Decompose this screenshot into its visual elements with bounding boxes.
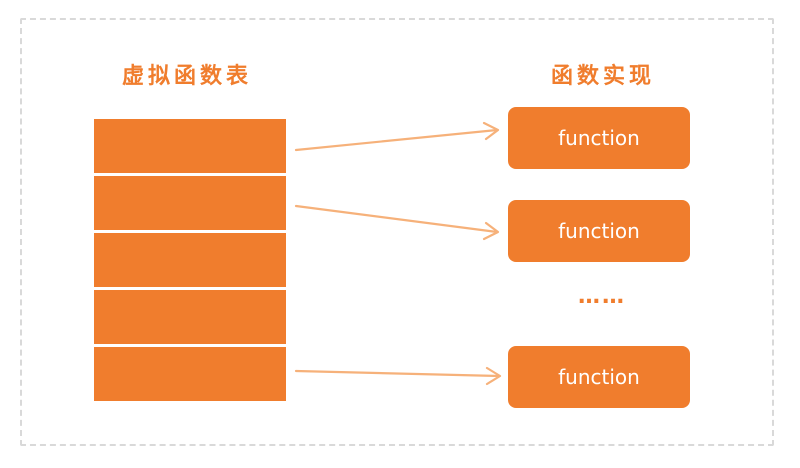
- pointer-arrows: [294, 121, 502, 386]
- arrow-3: [294, 366, 502, 386]
- arrow-2: [294, 204, 500, 241]
- arrow-1: [294, 121, 500, 152]
